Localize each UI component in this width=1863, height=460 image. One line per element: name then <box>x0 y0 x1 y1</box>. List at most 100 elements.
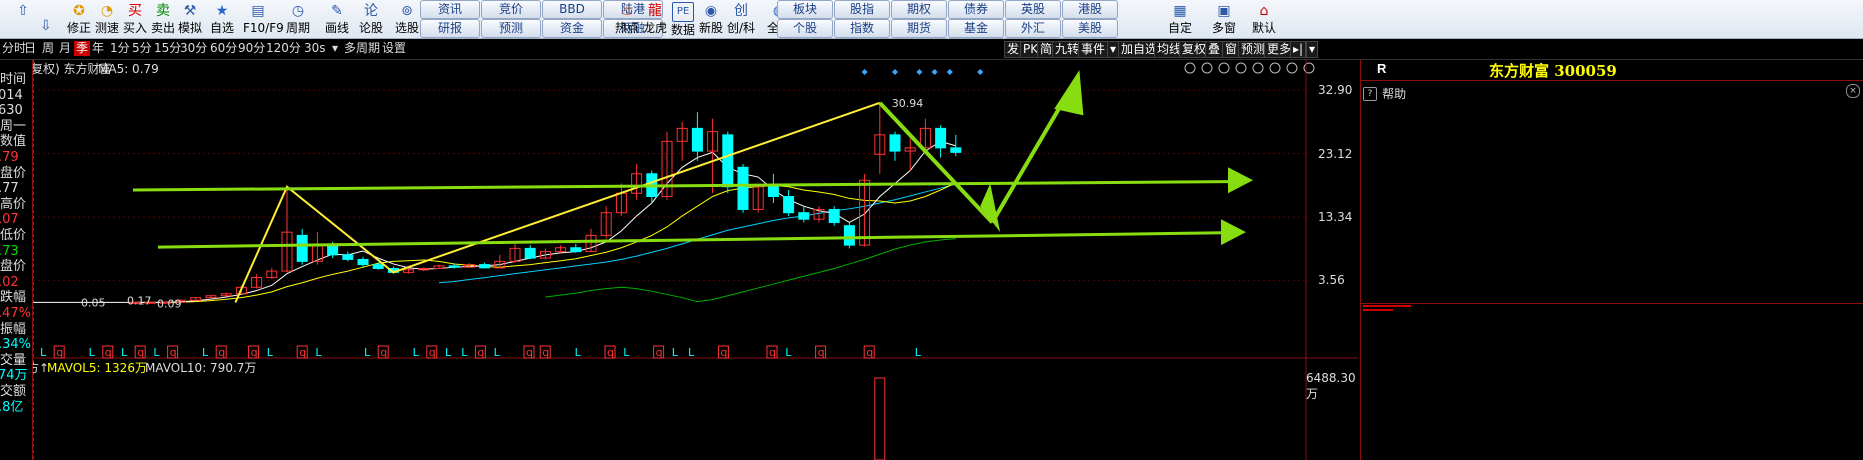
event-marker-l: L <box>89 346 96 359</box>
toolbar-pill-row2-2[interactable]: 资金 <box>542 19 602 38</box>
zoom-out-icon[interactable] <box>1218 62 1230 74</box>
chart-tool-13[interactable]: ▸| <box>1290 41 1307 58</box>
buy-icon: 买 <box>128 3 142 19</box>
toolbar-custom-button[interactable]: ★ 自选 <box>207 0 237 38</box>
quote-info-line: 630 <box>0 103 23 119</box>
period-bar: 分时日周月季年 1分 5分 15分 30分 60分 90分 120分 30s ▾ 多周期 设置发 PK 简… <box>0 39 1863 60</box>
event-marker-q: q <box>526 346 533 359</box>
toolbar-pill-2[interactable]: BBD <box>542 0 602 19</box>
event-marker-l: L <box>688 346 695 359</box>
price-label: 0.09 <box>157 297 182 310</box>
toolbar-simulate-button[interactable]: ⚒ 模拟 <box>175 0 205 38</box>
kline-chart[interactable]: 复权) 东方财富MA5: 0.790.05 0.17 0.0930.94L q Lq Lq… <box>33 60 1358 460</box>
period-tab[interactable]: 120分 <box>264 41 303 56</box>
quote-info-line: 高价 <box>0 196 27 212</box>
toolbar-new-stock-button[interactable]: ◉ 新股 <box>694 0 728 38</box>
clock-icon: ◷ <box>291 3 305 19</box>
event-marker-q: q <box>866 346 873 359</box>
toolbar-custom-define-button[interactable]: ▦ 自定 <box>1160 0 1200 38</box>
quote-info-line: 交量 <box>0 352 27 368</box>
toolbar-sell-button[interactable]: 卖卖出 <box>148 0 178 38</box>
chart-tool-14[interactable]: ▾ <box>1306 41 1319 58</box>
period-tab[interactable]: 30分 <box>178 41 209 56</box>
toolbar-period-button[interactable]: ◷ 周期 <box>283 0 313 38</box>
toolbar-market-pill-5[interactable]: 港股 <box>1062 0 1118 19</box>
period-tab[interactable]: 1分 <box>108 41 132 56</box>
event-marker-l: L <box>785 346 792 359</box>
period-tab[interactable]: 5分 <box>130 41 154 56</box>
toolbar-market-pill-row2-5[interactable]: 美股 <box>1062 19 1118 38</box>
period-tab[interactable]: 30s <box>302 41 328 56</box>
event-marker-q: q <box>170 346 177 359</box>
event-diamond-icon <box>892 69 898 75</box>
event-marker-l: L <box>40 346 47 359</box>
new-stock-icon: ◉ <box>704 3 718 19</box>
period-tab[interactable]: ▾ <box>330 41 340 56</box>
candle-body <box>327 244 339 256</box>
toolbar-pill-row2-1[interactable]: 预测 <box>481 19 541 38</box>
toolbar-multi-window-button[interactable]: ▣ 多窗 <box>1204 0 1244 38</box>
undo-icon[interactable] <box>1235 62 1247 74</box>
event-diamond-icon <box>916 69 923 75</box>
toolbar-pill-1[interactable]: 竞价 <box>481 0 541 19</box>
period-tab[interactable]: 设置 <box>380 41 408 56</box>
candle-body <box>828 208 840 223</box>
quote-info-line: .8亿 <box>0 399 24 415</box>
period-tab[interactable]: 日 <box>22 41 38 56</box>
event-marker-q: q <box>607 346 614 359</box>
toolbar-pill-row2-0[interactable]: 研报 <box>420 19 480 38</box>
period-tab[interactable]: 月 <box>57 41 73 56</box>
toolbar-market-pill-2[interactable]: 期权 <box>891 0 947 19</box>
toolbar-market-pill-row2-3[interactable]: 基金 <box>948 19 1004 38</box>
lock-icon[interactable] <box>1269 62 1281 74</box>
toolbar-market-pill-4[interactable]: 英股 <box>1005 0 1061 19</box>
toolbar-buy-button[interactable]: 买买入 <box>120 0 150 38</box>
pencil-icon: ✎ <box>331 3 343 19</box>
period-tab[interactable]: 周 <box>40 41 56 56</box>
period-tab[interactable]: 60分 <box>208 41 239 56</box>
toolbar-up-button[interactable]: ⇧ <box>8 0 38 38</box>
event-marker-q: q <box>720 346 727 359</box>
close-panel-icon[interactable]: × <box>1846 84 1860 98</box>
ma60-line <box>545 238 956 303</box>
toolbar-market-pill-row2-2[interactable]: 期货 <box>891 19 947 38</box>
toolbar-market-pill-3[interactable]: 债券 <box>948 0 1004 19</box>
help-row[interactable]: ? 帮助 <box>1363 83 1406 101</box>
chart-tool-4[interactable]: 事件 <box>1078 41 1109 58</box>
toolbar-speed-button[interactable]: ◔ 测速 <box>92 0 122 38</box>
toolbar-select-button[interactable]: ⊚ 选股 <box>392 0 422 38</box>
toolbar-market-pill-1[interactable]: 股指 <box>834 0 890 19</box>
hot-icon: ♨ <box>620 3 634 19</box>
multi-window-icon: ▣ <box>1217 3 1231 19</box>
event-marker-l: L <box>153 346 160 359</box>
period-tab-selected[interactable]: 季 <box>74 41 91 56</box>
hand-icon[interactable] <box>1201 62 1213 74</box>
eye-icon[interactable] <box>1184 62 1196 74</box>
toolbar-market-pill-row2-0[interactable]: 个股 <box>777 19 833 38</box>
toolbar-button-label: 周期 <box>285 21 310 35</box>
chart-tool-9[interactable]: 叠 <box>1205 41 1224 58</box>
event-marker-q: q <box>429 346 436 359</box>
toolbar-f10-button[interactable]: ▤ F10/F9 <box>243 0 284 38</box>
toolbar-home-button[interactable]: ⌂ 默认 <box>1244 0 1284 38</box>
zoom-in-icon[interactable] <box>1286 62 1298 74</box>
toolbar-market-pill-row2-4[interactable]: 外汇 <box>1005 19 1061 38</box>
period-tab[interactable]: 年 <box>90 41 106 56</box>
candle-body <box>448 265 460 268</box>
toolbar-market-pill-0[interactable]: 板块 <box>777 0 833 19</box>
toolbar-market-pill-row2-1[interactable]: 指数 <box>834 19 890 38</box>
toolbar-button-label: 默认 <box>1251 21 1276 35</box>
toolbar-repair-button[interactable]: ✪ 修正 <box>64 0 94 38</box>
pe-icon: PE <box>672 2 694 22</box>
period-tab[interactable]: 90分 <box>236 41 267 56</box>
toolbar-button-label: 自选 <box>209 21 234 35</box>
down-arrow-icon[interactable]: ⇩ <box>40 18 52 34</box>
toolbar-innovation-button[interactable]: 创创/科 <box>724 0 758 38</box>
clock-icon[interactable] <box>1252 62 1264 74</box>
event-marker-q: q <box>56 346 63 359</box>
event-marker-l: L <box>445 346 452 359</box>
period-tab[interactable]: 多周期 <box>342 41 382 56</box>
toolbar-forum-button[interactable]: 论论股 <box>356 0 386 38</box>
toolbar-draw-button[interactable]: ✎ 画线 <box>322 0 352 38</box>
toolbar-pill-0[interactable]: 资讯 <box>420 0 480 19</box>
